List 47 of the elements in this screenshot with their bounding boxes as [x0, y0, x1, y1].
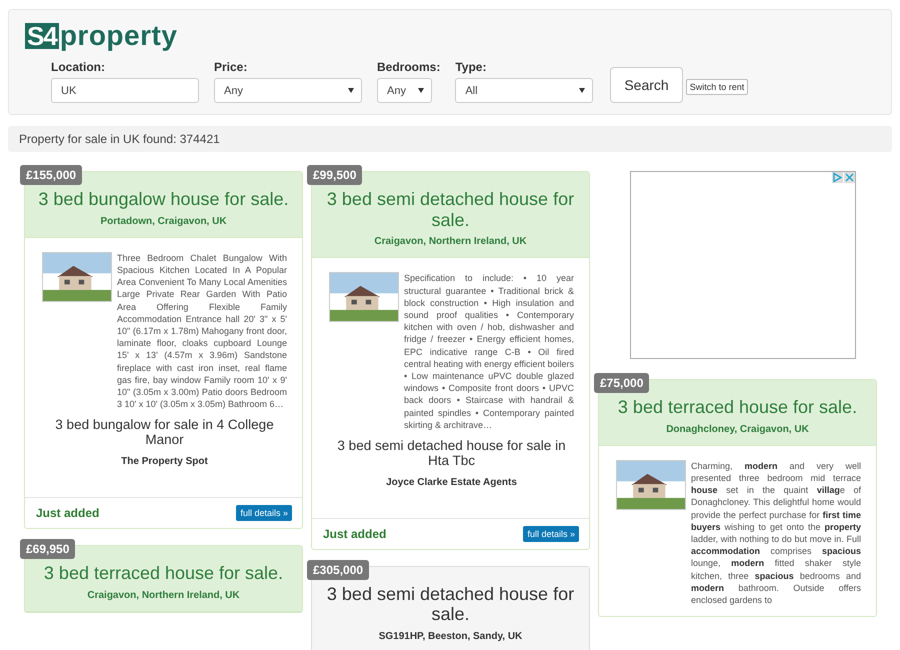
logo-mark[interactable]: S4: [25, 23, 59, 49]
listing-description: Specification to include: • 10 year structural guarantee • Traditional brick & block construction • High insulation and sound proof qualities • Contemporary kitchen with oven / hob, dishwasher and fridge / freezer • Energy efficient homes, EPC indicative range C-B • Oil fired central heating with energy efficient boilers • Low maintenance uPVC double glazed windows • Composite front doors • UPVC back doors • Staircase with handrail & painted spindles • Contemporary painted skirting & architrave…: [404, 272, 574, 432]
price-badge: £305,000: [307, 560, 370, 580]
listing-location: Craigavon, Northern Ireland, UK: [86, 590, 241, 601]
listing-description: Charming, modern and very well presented three bedroom mid terrace house set in the quaint village of Donaghcloney. This delightful home would provide the perfect purchase for first time buyers wishing to get onto the property ladder, with nothing to do but move in. Full accommodation comprises spacious lounge, modern fitted shaker style kitchen, three spacious bedrooms and modern bathroom. Outside offers enclosed gardens to: [691, 460, 861, 606]
dropdown[interactable]: All: [455, 78, 594, 103]
house-photo: [329, 272, 399, 322]
logo-text[interactable]: property: [60, 22, 178, 50]
dropdown-caret-icon: [418, 88, 424, 93]
listing-location: Donaghcloney, Craigavon, UK: [665, 424, 810, 435]
listing-location: Craigavon, Northern Ireland, UK: [373, 236, 528, 248]
ad-info-icon[interactable]: [832, 172, 842, 183]
field-label: Type:: [455, 60, 488, 74]
full-details-button[interactable]: full details »: [523, 526, 579, 542]
agent-name: The Property Spot: [120, 456, 209, 468]
listing-location: Portadown, Craigavon, UK: [99, 216, 228, 227]
price-badge: £155,000: [20, 165, 82, 185]
switch-to-rent-button[interactable]: Switch to rent: [686, 79, 748, 95]
search-button[interactable]: Search: [610, 67, 683, 103]
agent-name: Joyce Clarke Estate Agents: [385, 476, 518, 488]
dropdown-caret-icon: [348, 88, 354, 93]
price-badge: £99,500: [307, 165, 362, 185]
listing-heading[interactable]: 3 bed terraced house for sale.: [35, 563, 292, 584]
results-summary: Property for sale in UK found: 374421: [8, 126, 892, 152]
house-photo: [42, 252, 112, 302]
listing-title: 3 bed bungalow for sale in 4 College Manor: [54, 418, 275, 448]
status-label: Just added: [36, 506, 100, 520]
dropdown-caret-icon: [579, 88, 586, 93]
listing-heading[interactable]: 3 bed bungalow house for sale.: [35, 189, 292, 210]
dropdown[interactable]: Any: [377, 78, 432, 103]
house-photo: [616, 460, 686, 510]
price-badge: £69,950: [20, 539, 76, 560]
status-label: Just added: [323, 526, 386, 541]
listing-title: 3 bed semi detached house for sale in Hta Tbc: [336, 439, 567, 469]
field-label: Location:: [51, 60, 106, 74]
listing-description: Three Bedroom Chalet Bungalow With Spacious Kitchen Located In A Popular Area Convenient To Many Local Amenities Large Private Rear Garden With Patio Area Offering Flexible Family Accommodation Entrance hall 20' 3" x 5' 10" (6.17m x 1.78m) Mahogany front door, laminate floor, cloaks cupboard Lounge 15' x 13' (4.57m x 3.96m) Sandstone fireplace with cast iron inset, real flame gas fire, bay window Family room 10' x 9' 10" (3.05m x 3.00m) Patio doors Bedroom 3 10' x 10' (3.05m x 3.05m) Bathroom 6…: [117, 252, 287, 410]
close-icon[interactable]: [844, 172, 854, 183]
field-label: Bedrooms:: [377, 60, 440, 74]
price-badge: £75,000: [594, 373, 650, 393]
full-details-button[interactable]: full details »: [236, 505, 292, 522]
listing-heading[interactable]: 3 bed semi detached house for sale.: [322, 189, 579, 230]
listing-location: SG191HP, Beeston, Sandy, UK: [378, 631, 524, 642]
location-input[interactable]: UK: [51, 78, 199, 103]
listing-heading[interactable]: 3 bed terraced house for sale.: [609, 397, 866, 418]
field-label: Price:: [214, 60, 248, 74]
dropdown[interactable]: Any: [214, 78, 362, 103]
listing-heading[interactable]: 3 bed semi detached house for sale.: [322, 584, 579, 626]
